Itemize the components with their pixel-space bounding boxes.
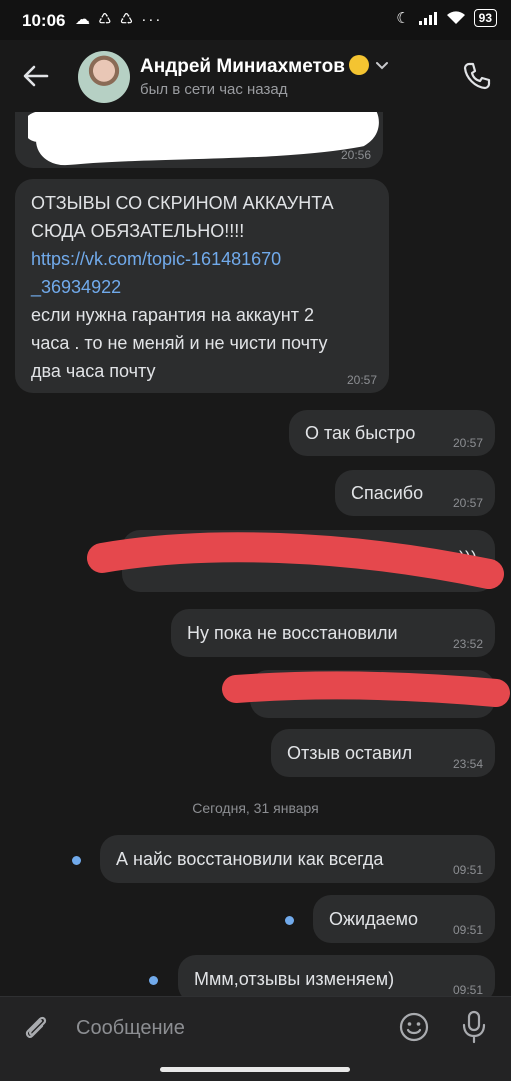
date-separator: Сегодня, 31 января — [192, 800, 319, 816]
microphone-icon[interactable] — [458, 1010, 490, 1044]
status-bar: 10:06 ☁ ♺ ♺ ··· ☾ 93 — [0, 0, 511, 40]
message-bubble[interactable]: Ну пока не восстановили 23:52 — [171, 609, 495, 657]
notification-icons: ☁ ♺ ♺ ··· — [75, 10, 162, 28]
message-bubble[interactable]: Отзыв оставил 23:54 — [271, 729, 495, 777]
recycle-icon: ♺ — [119, 11, 136, 28]
paperclip-icon[interactable] — [20, 1011, 52, 1043]
message-time: 09:51 — [452, 983, 483, 996]
message-bubble[interactable]: Спасибо 20:57 — [335, 470, 495, 516]
unread-indicator — [285, 916, 294, 925]
message-text: О так быстро — [305, 423, 416, 443]
wifi-icon — [446, 11, 465, 24]
message-link[interactable]: _36934922 — [31, 277, 121, 297]
message-text: СЮДА ОБЯЗАТЕЛЬНО!!!! — [31, 221, 245, 241]
signal-icon — [418, 12, 437, 25]
message-time: 20:57 — [452, 436, 483, 450]
message-text: Ммм,отзывы изменяем) — [194, 969, 395, 989]
message-text: А найс восстановили как всегда — [116, 849, 384, 869]
message-text: Отзыв оставил — [287, 743, 413, 763]
messenger-icon: ☁ — [75, 11, 92, 28]
home-indicator[interactable] — [160, 1067, 350, 1072]
message-text: два часа почту — [31, 361, 156, 381]
zany-face-emoji-icon — [348, 55, 369, 75]
message-time: 09:51 — [452, 863, 483, 877]
do-not-disturb-icon: ☾ — [396, 10, 410, 27]
unread-indicator — [149, 976, 158, 985]
message-input[interactable] — [74, 1011, 378, 1045]
message-time: 23:52 — [452, 637, 483, 651]
redaction-scribble — [87, 532, 504, 589]
status-right: ☾ 93 — [396, 9, 497, 27]
contact-status: был в сети час назад — [140, 81, 288, 98]
chevron-down-icon — [375, 62, 388, 70]
chat-header: Андрей Миниахметов был в сети час назад — [0, 40, 511, 112]
status-time: 10:06 — [22, 11, 66, 30]
message-bubble[interactable]: А найс восстановили как всегда 09:51 — [100, 835, 495, 883]
recycle-icon: ♺ — [98, 11, 114, 28]
unread-indicator — [72, 856, 81, 865]
message-time: 09:51 — [452, 923, 483, 937]
message-link[interactable]: https://vk.com/topic-161481670 — [31, 249, 281, 269]
message-bubble[interactable]: ОТЗЫВЫ СО СКРИНОМ АККАУНТА СЮДА ОБЯЗАТЕЛ… — [15, 179, 389, 393]
message-composer — [0, 996, 511, 1081]
message-bubble[interactable]: Ммм,отзывы изменяем) 09:51 — [178, 955, 495, 996]
message-bubble[interactable]: Ожидаемо 09:51 — [313, 895, 495, 943]
message-time: 23:54 — [452, 757, 483, 771]
message-bubble[interactable]: О так быстро 20:57 — [289, 410, 495, 456]
back-button[interactable] — [20, 60, 52, 92]
call-button[interactable] — [461, 60, 493, 92]
contact-name: Андрей Миниахметов — [140, 56, 345, 77]
message-text: Ожидаемо — [329, 909, 419, 929]
message-time: 20:57 — [452, 496, 483, 510]
contact-name-row[interactable]: Андрей Миниахметов — [140, 55, 389, 78]
redaction-scribble — [222, 671, 510, 707]
message-text: часа . то не меняй и не чисти почту — [31, 333, 328, 353]
message-text: ОТЗЫВЫ СО СКРИНОМ АККАУНТА — [31, 193, 334, 213]
more-icon: ··· — [141, 11, 163, 28]
redaction-scribble — [28, 112, 379, 166]
avatar[interactable] — [78, 51, 130, 103]
message-list[interactable]: 20:56 ОТЗЫВЫ СО СКРИНОМ АККАУНТА СЮДА ОБ… — [0, 112, 511, 996]
message-time: 20:57 — [346, 373, 377, 387]
battery-icon: 93 — [473, 9, 497, 27]
message-text: если нужна гарантия на аккаунт 2 — [31, 305, 315, 325]
smile-icon[interactable] — [398, 1011, 430, 1043]
message-text: Спасибо — [351, 483, 424, 503]
message-text: Ну пока не восстановили — [187, 623, 398, 643]
